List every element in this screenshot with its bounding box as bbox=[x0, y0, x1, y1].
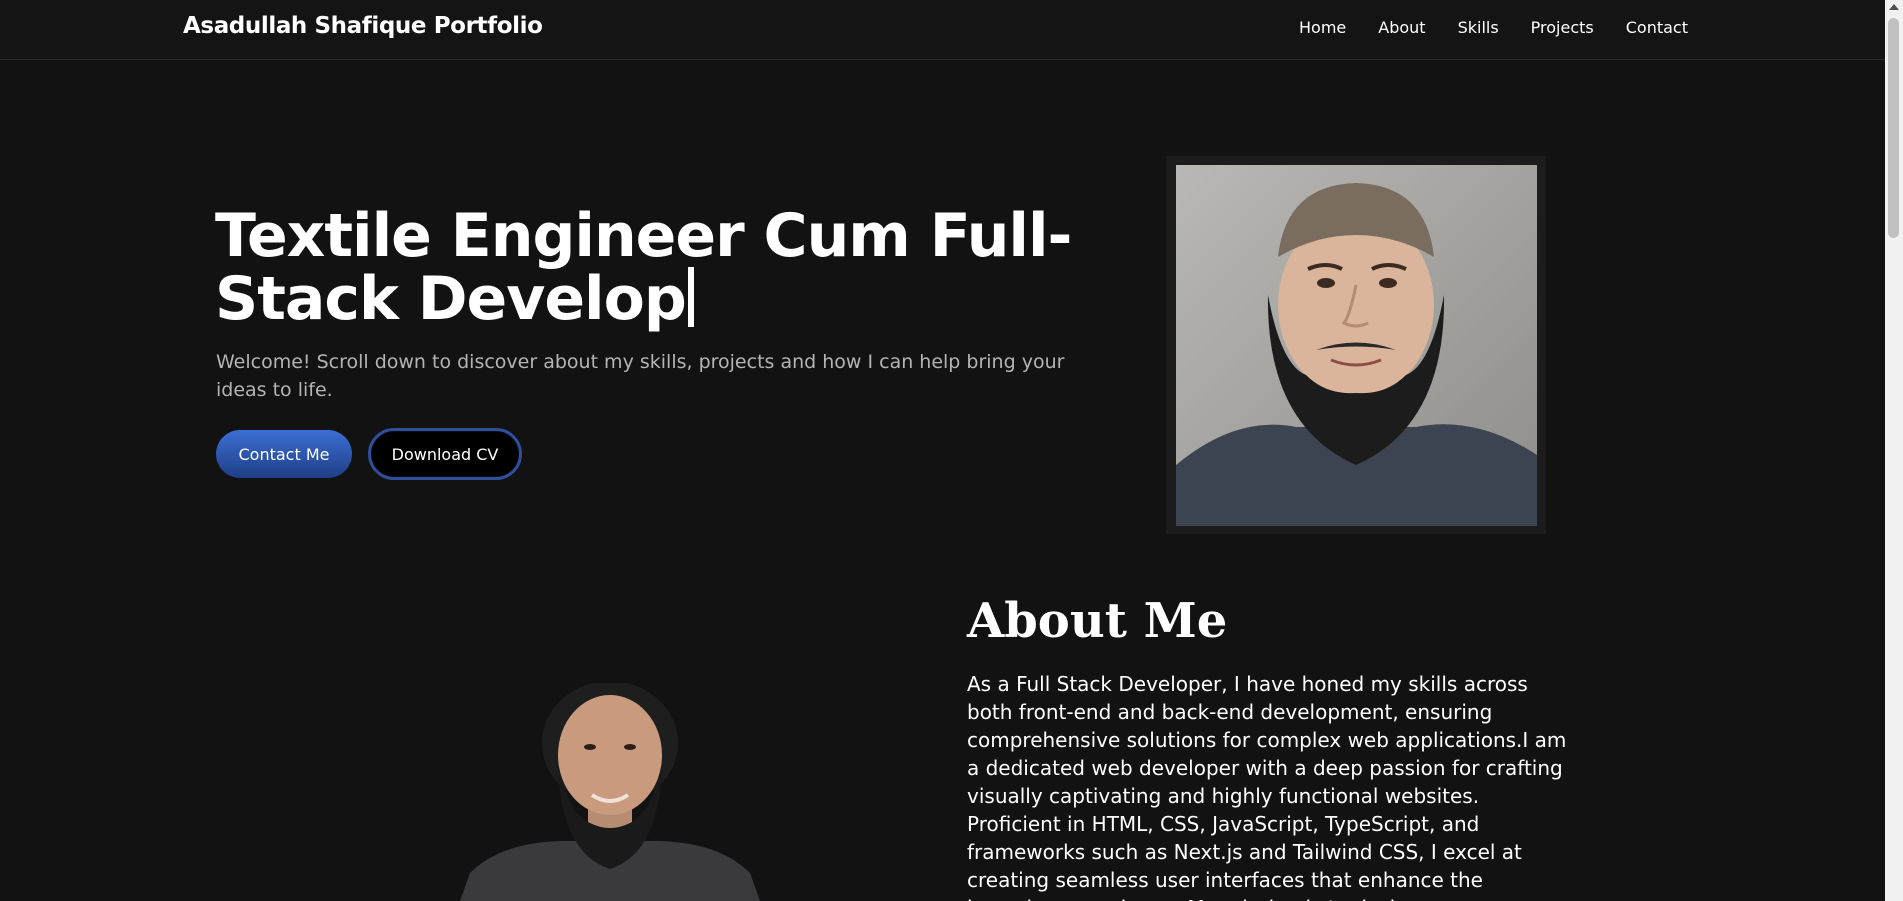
scroll-up-arrow-icon[interactable] bbox=[1889, 4, 1899, 10]
hero-portrait-frame bbox=[1166, 156, 1546, 534]
navbar: Asadullah Shafique Portfolio Home About … bbox=[0, 0, 1885, 60]
contact-me-button[interactable]: Contact Me bbox=[216, 430, 352, 478]
nav-link-projects[interactable]: Projects bbox=[1531, 18, 1594, 37]
hero-subtitle: Welcome! Scroll down to discover about m… bbox=[216, 351, 1065, 401]
about-heading: About Me bbox=[967, 593, 1228, 649]
hero-heading-line-1: Textile Engineer Cum Full- bbox=[215, 201, 1072, 271]
typing-cursor bbox=[687, 267, 694, 327]
scrollbar-thumb[interactable] bbox=[1888, 18, 1899, 238]
nav-link-skills[interactable]: Skills bbox=[1458, 18, 1499, 37]
about-paragraph: As a Full Stack Developer, I have honed … bbox=[967, 672, 1567, 901]
nav-links: Home About Skills Projects Contact bbox=[1299, 18, 1688, 37]
hero-heading-line-2: Stack Develop bbox=[215, 267, 1035, 330]
hero-heading: Textile Engineer Cum Full- Stack Develop bbox=[215, 201, 1072, 330]
nav-link-home[interactable]: Home bbox=[1299, 18, 1346, 37]
nav-link-about[interactable]: About bbox=[1378, 18, 1425, 37]
download-cv-button[interactable]: Download CV bbox=[368, 428, 522, 480]
brand-logo[interactable]: Asadullah Shafique Portfolio bbox=[183, 13, 543, 39]
about-photo bbox=[460, 683, 760, 901]
page-scrollbar[interactable] bbox=[1885, 0, 1903, 901]
nav-link-contact[interactable]: Contact bbox=[1626, 18, 1688, 37]
hero-heading-typed-text: Stack Develop bbox=[215, 264, 687, 334]
hero-portrait-image bbox=[1176, 165, 1537, 526]
